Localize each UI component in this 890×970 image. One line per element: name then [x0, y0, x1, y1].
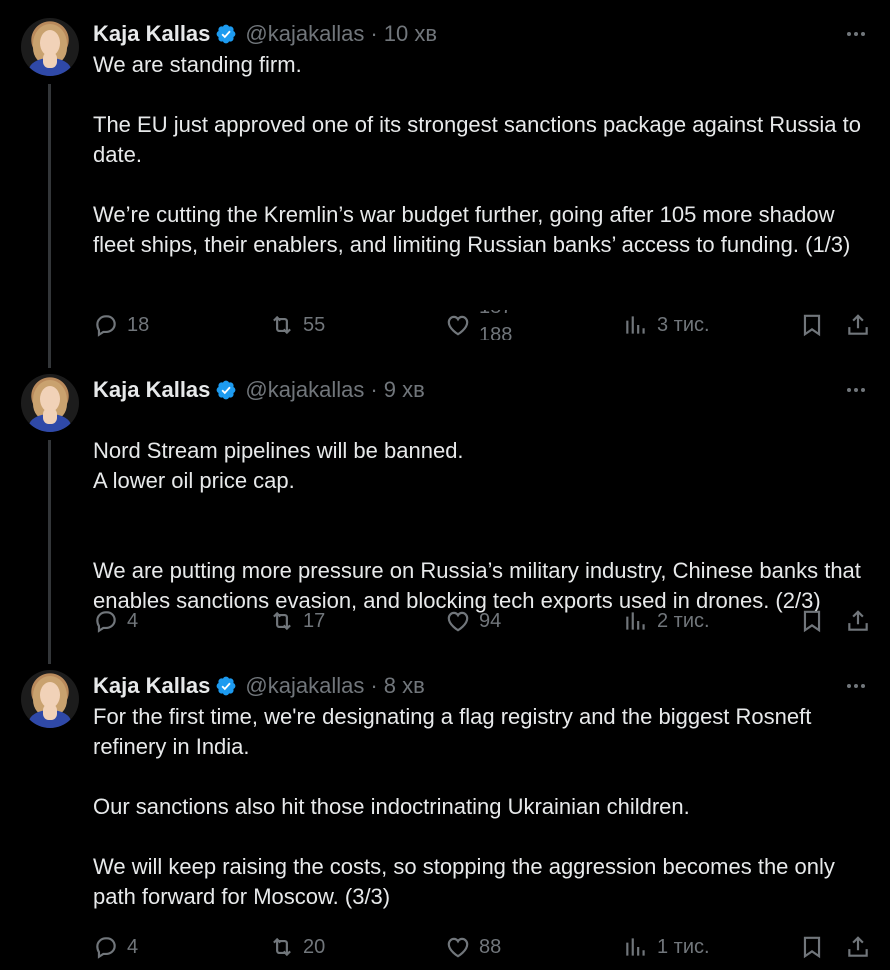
reply-count: 4 — [127, 609, 139, 632]
views-button[interactable]: 1 тис. — [623, 932, 710, 962]
like-button[interactable]: 94 — [445, 606, 501, 636]
tweet-text: For the first time, we're designating a … — [93, 704, 835, 909]
avatar[interactable] — [21, 670, 79, 728]
tweet[interactable]: Kaja Kallas @kajakallas · 9 хв Nord Stre… — [0, 356, 890, 656]
retweet-count: 55 — [303, 313, 326, 336]
reply-button[interactable]: 18 — [93, 310, 149, 340]
tweet-header: Kaja Kallas @kajakallas · 10 хв — [93, 20, 437, 48]
bookmark-icon — [803, 610, 821, 633]
share-button[interactable] — [845, 310, 871, 340]
reply-button[interactable]: 4 — [93, 606, 138, 636]
retweet-count: 20 — [303, 935, 326, 958]
views-count: 3 тис. — [657, 313, 710, 336]
share-button[interactable] — [845, 932, 871, 962]
views-button[interactable]: 3 тис. — [623, 310, 710, 340]
verified-icon — [217, 676, 236, 696]
reply-button[interactable]: 4 — [93, 932, 138, 962]
retweet-icon — [273, 937, 291, 957]
reply-icon — [96, 611, 116, 633]
share-icon — [848, 314, 868, 335]
author-name[interactable]: Kaja Kallas — [93, 377, 210, 403]
bookmark-button[interactable] — [799, 932, 825, 962]
timestamp[interactable]: · 10 хв — [370, 21, 437, 47]
views-icon — [626, 316, 645, 334]
like-icon — [447, 611, 469, 632]
bookmark-button[interactable] — [799, 310, 825, 340]
views-icon — [626, 612, 645, 630]
retweet-button[interactable]: 17 — [269, 606, 325, 636]
like-button[interactable]: 88 — [445, 932, 501, 962]
share-icon — [848, 936, 868, 957]
author-name[interactable]: Kaja Kallas — [93, 673, 210, 699]
like-button[interactable]: 187 188 — [445, 310, 519, 340]
reply-count: 4 — [127, 935, 139, 958]
tweet[interactable]: Kaja Kallas @kajakallas · 8 хв For the f… — [0, 652, 890, 970]
tweet[interactable]: Kaja Kallas @kajakallas · 10 хв We are s… — [0, 0, 890, 366]
action-bar: 4 20 88 1 тис. — [93, 932, 873, 962]
retweet-button[interactable]: 55 — [269, 310, 325, 340]
bookmark-icon — [803, 314, 821, 337]
bookmark-icon — [803, 936, 821, 959]
more-icon[interactable] — [844, 22, 868, 46]
retweet-icon — [273, 315, 291, 335]
views-count: 2 тис. — [657, 609, 710, 632]
reply-count: 18 — [127, 313, 150, 336]
tweet-text: We are standing firm. The EU just approv… — [93, 52, 861, 257]
avatar[interactable] — [21, 374, 79, 432]
share-icon — [848, 610, 868, 631]
tweet-header: Kaja Kallas @kajakallas · 9 хв — [93, 376, 425, 404]
like-count-current: 188 — [479, 324, 513, 340]
author-handle[interactable]: @kajakallas — [245, 21, 364, 47]
action-bar: 18 55 187 188 3 тис. — [93, 310, 873, 340]
avatar[interactable] — [21, 18, 79, 76]
timestamp[interactable]: · 9 хв — [370, 377, 424, 403]
bookmark-button[interactable] — [799, 606, 825, 636]
action-bar: 4 17 94 2 тис. — [93, 606, 873, 636]
like-count: 187 188 — [479, 310, 519, 340]
verified-icon — [217, 380, 236, 400]
like-count-previous: 187 — [479, 310, 512, 319]
like-count: 88 — [479, 935, 502, 958]
author-handle[interactable]: @kajakallas — [245, 673, 364, 699]
author-name[interactable]: Kaja Kallas — [93, 21, 210, 47]
retweet-count: 17 — [303, 609, 326, 632]
verified-icon — [217, 24, 236, 44]
like-icon — [447, 315, 469, 336]
like-icon — [447, 937, 469, 958]
retweet-icon — [273, 611, 291, 631]
views-icon — [626, 938, 645, 956]
views-button[interactable]: 2 тис. — [623, 606, 710, 636]
timestamp[interactable]: · 8 хв — [370, 673, 424, 699]
like-count: 94 — [479, 609, 502, 632]
tweet-header: Kaja Kallas @kajakallas · 8 хв — [93, 672, 425, 700]
retweet-button[interactable]: 20 — [269, 932, 325, 962]
more-icon[interactable] — [844, 674, 868, 698]
more-icon[interactable] — [844, 378, 868, 402]
views-count: 1 тис. — [657, 935, 710, 958]
reply-icon — [96, 315, 116, 337]
author-handle[interactable]: @kajakallas — [245, 377, 364, 403]
reply-icon — [96, 937, 116, 959]
share-button[interactable] — [845, 606, 871, 636]
